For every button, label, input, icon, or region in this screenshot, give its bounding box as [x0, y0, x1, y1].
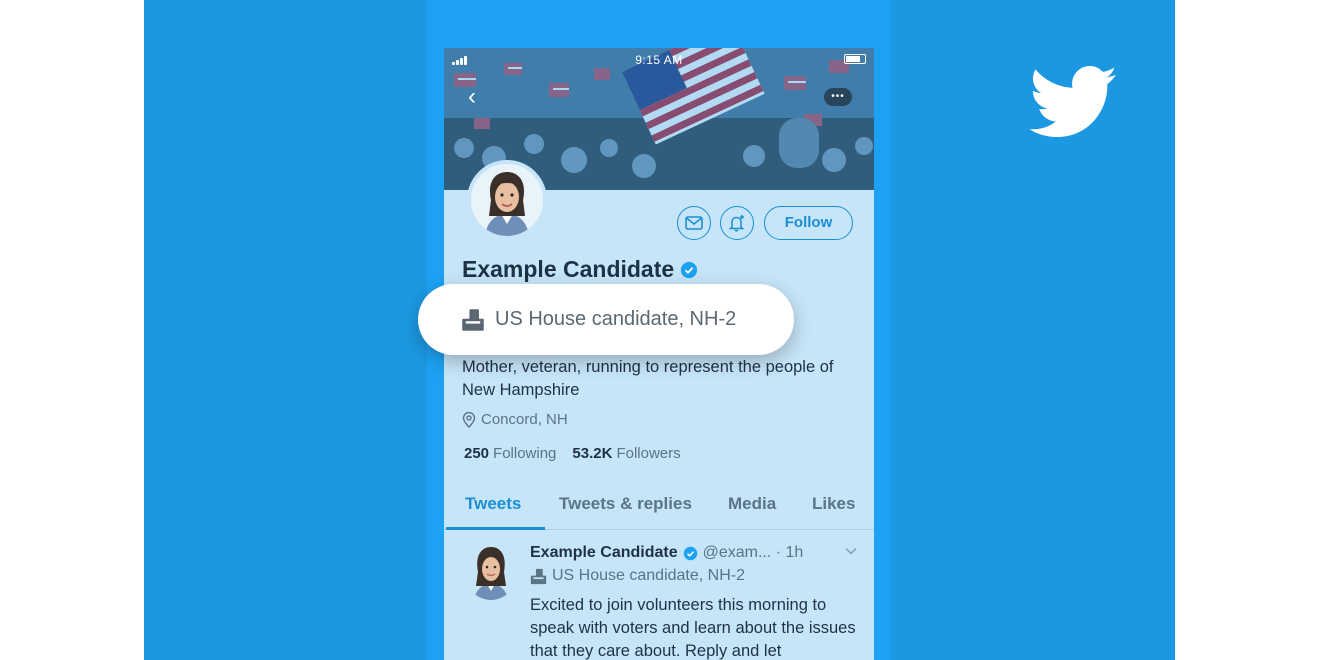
profile-name: Example Candidate: [462, 256, 675, 282]
tweet-handle-time: @exam... · 1h: [702, 544, 804, 561]
status-time: 9:15 AM: [635, 53, 683, 67]
tab-tweets[interactable]: Tweets: [465, 494, 521, 514]
tweet-author-name[interactable]: Example Candidate: [530, 544, 678, 562]
following-link[interactable]: 250 Following: [464, 445, 556, 462]
candidate-label-text: US House candidate, NH-2: [495, 308, 737, 330]
message-icon: [685, 216, 703, 230]
profile-stats: 250 Following 53.2K Followers: [464, 445, 681, 462]
twitter-bird-icon: [1029, 66, 1117, 138]
tab-media[interactable]: Media: [728, 494, 776, 514]
notification-bell-icon: [728, 215, 745, 232]
profile-bio: Mother, veteran, running to represent th…: [462, 358, 834, 399]
profile-name-row: Example Candidate: [462, 256, 698, 283]
avatar[interactable]: [467, 160, 547, 240]
active-tab-indicator: [446, 527, 545, 530]
candidate-label-callout: US House candidate, NH-2: [418, 284, 794, 355]
battery-icon: [844, 54, 866, 64]
followers-link[interactable]: 53.2K Followers: [572, 445, 680, 462]
chevron-down-icon[interactable]: [844, 544, 858, 558]
follow-button[interactable]: Follow: [764, 206, 853, 240]
tweet-label-text: US House candidate, NH-2: [552, 567, 745, 584]
location-pin-icon: [462, 411, 476, 428]
ballot-box-icon: [530, 568, 547, 584]
tweet-avatar[interactable]: [464, 542, 518, 600]
status-bar: 9:15 AM: [444, 48, 874, 70]
tweet-header: Example Candidate @exam... · 1h: [530, 544, 803, 562]
tweet-candidate-label: US House candidate, NH-2: [530, 567, 745, 585]
location-text: Concord, NH: [481, 411, 568, 428]
verified-badge-icon: [683, 546, 697, 560]
ballot-box-icon: [462, 308, 484, 331]
back-icon[interactable]: ‹: [468, 85, 490, 109]
tab-tweets-replies[interactable]: Tweets & replies: [559, 494, 692, 514]
notifications-button[interactable]: [720, 206, 754, 240]
message-button[interactable]: [677, 206, 711, 240]
more-icon[interactable]: •••: [824, 88, 852, 106]
tab-likes[interactable]: Likes: [812, 494, 855, 514]
verified-badge-icon: [681, 261, 698, 278]
tweet-text: Excited to join volunteers this morning …: [530, 596, 856, 660]
profile-tabs: Tweets Tweets & replies Media Likes: [444, 484, 874, 530]
profile-location: Concord, NH: [462, 411, 568, 428]
